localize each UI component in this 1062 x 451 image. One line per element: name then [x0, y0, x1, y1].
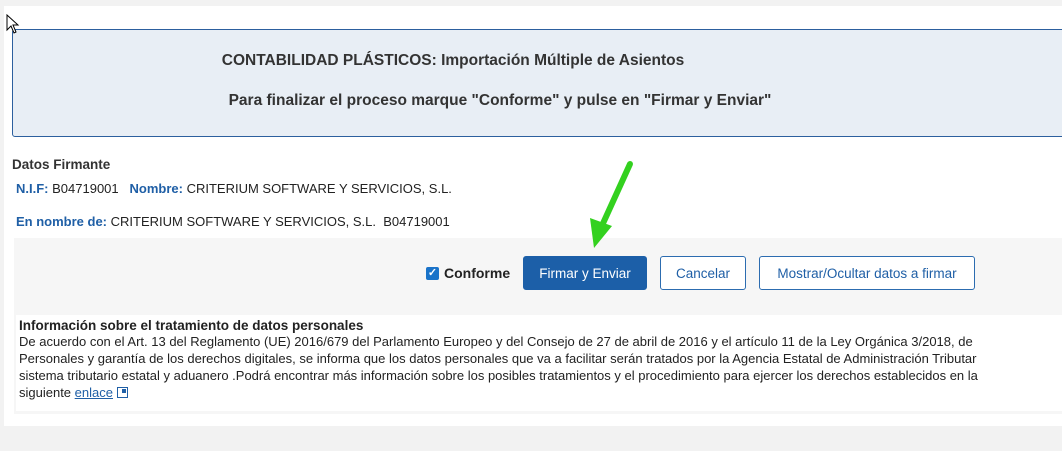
en-nombre-row: En nombre de: CRITERIUM SOFTWARE Y SERVI… [16, 214, 450, 229]
checkmark-icon[interactable]: ✓ [426, 266, 439, 280]
mouse-cursor-icon [6, 14, 20, 34]
instruction-text: Para finalizar el proceso marque "Confor… [228, 92, 772, 109]
firmante-section-title: Datos Firmante [12, 157, 111, 172]
nif-value: B04719001 [52, 181, 119, 196]
nif-label: N.I.F: [16, 181, 49, 196]
green-arrow-icon [590, 161, 633, 248]
en-nombre-nif: B04719001 [383, 214, 450, 229]
firmante-row: N.I.F: B04719001 Nombre: CRITERIUM SOFTW… [16, 181, 452, 196]
actions-panel: ✓ Conforme Firmar y Enviar Cancelar Most… [14, 238, 1062, 414]
toggle-data-button[interactable]: Mostrar/Ocultar datos a firmar [759, 256, 975, 290]
privacy-link[interactable]: enlace [75, 385, 113, 400]
cancel-button[interactable]: Cancelar [660, 256, 746, 290]
privacy-text-line: Personales y garantía de los derechos di… [19, 351, 977, 366]
nombre-label: Nombre: [129, 181, 183, 196]
nombre-value: CRITERIUM SOFTWARE Y SERVICIOS, S.L. [186, 181, 452, 196]
page-title: CONTABILIDAD PLÁSTICOS: Importación Múlt… [221, 52, 685, 69]
external-link-icon [116, 387, 128, 398]
page: CONTABILIDAD PLÁSTICOS: Importación Múlt… [4, 6, 1062, 426]
header-banner: CONTABILIDAD PLÁSTICOS: Importación Múlt… [12, 29, 1062, 137]
privacy-text-line: De acuerdo con el Art. 13 del Reglamento… [19, 334, 973, 349]
en-nombre-value: CRITERIUM SOFTWARE Y SERVICIOS, S.L. [110, 214, 376, 229]
privacy-text-line: siguiente enlace [19, 384, 128, 401]
privacy-prefix: siguiente [19, 385, 72, 400]
conforme-checkbox[interactable]: ✓ Conforme [426, 265, 510, 281]
privacy-info: Información sobre el tratamiento de dato… [16, 315, 1062, 411]
conforme-label: Conforme [444, 265, 511, 281]
en-nombre-label: En nombre de: [16, 214, 108, 229]
privacy-title: Información sobre el tratamiento de dato… [19, 318, 364, 333]
firmar-enviar-button[interactable]: Firmar y Enviar [523, 256, 647, 290]
privacy-text-line: sistema tributario estatal y aduanero .P… [19, 368, 978, 383]
